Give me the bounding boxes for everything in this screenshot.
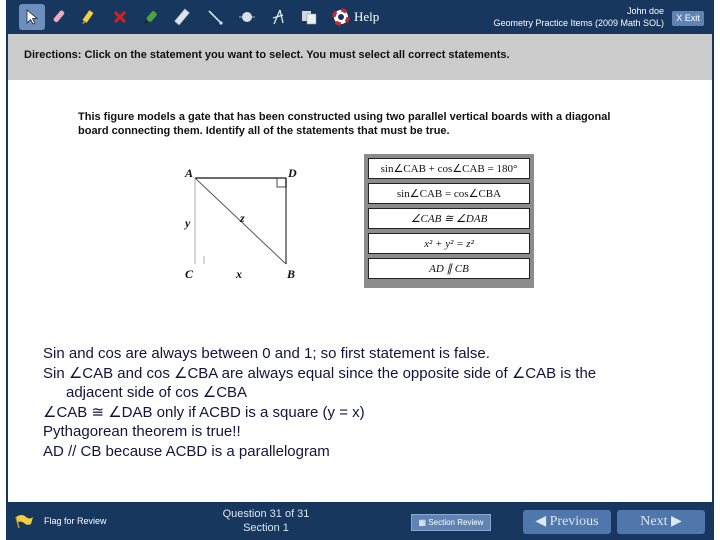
choice-5[interactable]: AD ∥ CB xyxy=(368,258,530,279)
reference-sheet-icon xyxy=(302,11,317,25)
test-app-window: Help John doe Geometry Practice Items (2… xyxy=(6,0,714,540)
flag-for-review-button[interactable]: Flag for Review xyxy=(14,513,107,529)
section-review-button[interactable]: ▦ Section Review xyxy=(411,514,491,531)
toolbar: Help John doe Geometry Practice Items (2… xyxy=(6,0,714,34)
choice-2[interactable]: sin∠CAB = cos∠CBA xyxy=(368,183,530,204)
ruler-tool[interactable] xyxy=(169,4,195,30)
flag-label: Flag for Review xyxy=(44,516,107,526)
point-tool[interactable] xyxy=(234,4,260,30)
label-B: B xyxy=(286,267,295,281)
line-tool[interactable] xyxy=(202,4,228,30)
next-button[interactable]: Next ▶ xyxy=(617,510,705,534)
choice-1[interactable]: sin∠CAB + cos∠CAB = 180° xyxy=(368,158,530,179)
highlighter-icon xyxy=(82,10,94,24)
eraser-icon xyxy=(53,10,65,23)
reference-sheet-tool[interactable] xyxy=(296,4,322,30)
label-A: A xyxy=(184,166,193,180)
previous-button[interactable]: ◀ Previous xyxy=(523,510,611,534)
pencil-tool[interactable] xyxy=(137,4,163,30)
question-stem: This figure models a gate that has been … xyxy=(78,111,611,137)
question-area: Directions: Click on the statement you w… xyxy=(8,34,712,502)
note-line: ∠CAB ≅ ∠DAB only if ACBD is a square (y … xyxy=(43,403,365,421)
point-icon xyxy=(239,12,255,22)
exit-button[interactable]: X Exit xyxy=(672,11,704,26)
note-line: Sin and cos are always between 0 and 1; … xyxy=(43,345,490,362)
arrow-pointer-icon xyxy=(26,9,39,25)
line-icon xyxy=(208,10,223,25)
ruler-icon xyxy=(174,8,190,26)
question-info: Question 31 of 31 Section 1 xyxy=(206,507,326,535)
section-label: Section 1 xyxy=(243,522,289,534)
help-label: Help xyxy=(354,9,380,24)
footer-bar: Flag for Review Question 31 of 31 Sectio… xyxy=(6,503,714,540)
choice-3[interactable]: ∠CAB ≅ ∠DAB xyxy=(368,208,530,229)
note-line: Pythagorean theorem is true!! xyxy=(43,423,241,440)
section-review-label: Section Review xyxy=(428,518,484,527)
test-name: Geometry Practice Items (2009 Math SOL) xyxy=(493,18,664,28)
answer-choices: sin∠CAB + cos∠CAB = 180° sin∠CAB = cos∠C… xyxy=(364,154,534,288)
life-ring-icon xyxy=(332,8,350,26)
label-C: C xyxy=(185,267,194,281)
grid-icon: ▦ xyxy=(418,518,429,527)
user-info: John doe Geometry Practice Items (2009 M… xyxy=(493,5,664,29)
label-D: D xyxy=(287,166,297,180)
help-button[interactable]: Help xyxy=(332,8,379,26)
eraser-tool[interactable] xyxy=(46,4,72,30)
note-line: adjacent side of cos ∠CBA xyxy=(66,384,248,401)
compass-icon xyxy=(272,9,284,25)
label-x: x xyxy=(235,267,242,281)
directions-bar: Directions: Click on the statement you w… xyxy=(8,34,712,80)
label-y: y xyxy=(183,216,191,230)
right-angle-marker xyxy=(276,177,287,188)
annotation-notes: Sin and cos are always between 0 and 1; … xyxy=(43,344,596,461)
gate-figure: A D C B x y z xyxy=(183,166,297,281)
x-mark-icon xyxy=(113,10,127,24)
pencil-icon xyxy=(144,11,157,24)
note-line: Sin ∠CAB and cos ∠CBA are always equal s… xyxy=(43,364,597,382)
question-counter: Question 31 of 31 xyxy=(222,508,310,520)
pointer-tool[interactable] xyxy=(19,4,45,30)
compass-tool[interactable] xyxy=(264,4,290,30)
user-name: John doe xyxy=(626,6,664,16)
directions-text: Directions: Click on the statement you w… xyxy=(24,49,510,61)
highlighter-tool[interactable] xyxy=(74,4,100,30)
choice-4[interactable]: x² + y² = z² xyxy=(368,233,530,254)
label-z: z xyxy=(239,211,245,225)
eliminate-tool[interactable] xyxy=(107,4,133,30)
flag-icon xyxy=(15,515,33,529)
note-line: AD // CB because ACBD is a parallelogram xyxy=(43,442,330,460)
